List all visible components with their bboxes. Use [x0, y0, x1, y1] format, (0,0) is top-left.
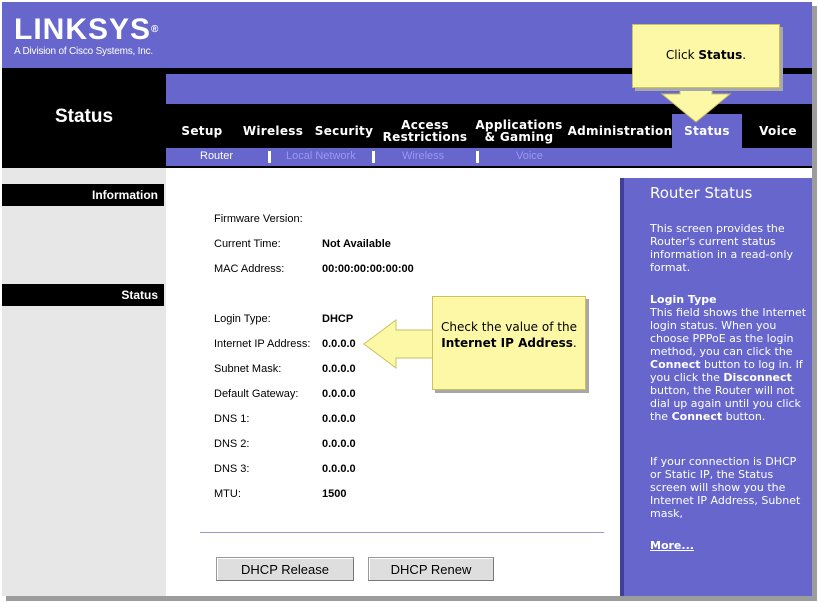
- login-type-label: Login Type:: [214, 313, 271, 325]
- dhcp-renew-button[interactable]: DHCP Renew: [368, 557, 494, 581]
- dns3-row: DNS 3: 0.0.0.0: [214, 463, 356, 475]
- subnet-mask-value: 0.0.0.0: [322, 363, 356, 375]
- subtab-router[interactable]: Router: [200, 150, 233, 162]
- section-heading-information: Information: [2, 184, 164, 206]
- mac-address-row: MAC Address: 00:00:00:00:00:00: [214, 263, 414, 275]
- callout-emphasis: Internet IP Address: [441, 336, 573, 350]
- help-panel: Router Status This screen provides the R…: [620, 178, 812, 596]
- subtab-separator: [476, 151, 479, 163]
- mac-address-value: 00:00:00:00:00:00: [322, 263, 414, 275]
- mac-address-label: MAC Address:: [214, 263, 285, 275]
- default-gateway-label: Default Gateway:: [214, 388, 299, 400]
- dns3-label: DNS 3:: [214, 463, 250, 475]
- firmware-version-row: Firmware Version:: [214, 213, 322, 225]
- default-gateway-row: Default Gateway: 0.0.0.0: [214, 388, 356, 400]
- callout-text: .: [742, 48, 747, 62]
- left-arrow-icon: [363, 319, 435, 369]
- internet-ip-value: 0.0.0.0: [322, 338, 356, 350]
- brand-name: LINKSYS: [14, 13, 152, 46]
- subtab-local-network[interactable]: Local Network: [286, 150, 356, 162]
- callout-emphasis: Status: [698, 48, 743, 62]
- registered-mark: ®: [151, 24, 160, 35]
- subnet-mask-row: Subnet Mask: 0.0.0.0: [214, 363, 356, 375]
- help-connect-term: Connect: [671, 410, 723, 423]
- tooltip-check-ip: Check the value of the Internet IP Addre…: [432, 296, 586, 390]
- down-arrow-icon: [660, 85, 732, 123]
- brand-tagline: A Division of Cisco Systems, Inc.: [14, 46, 154, 57]
- help-login-text: button.: [722, 410, 766, 423]
- help-connect-term: Connect: [650, 358, 701, 371]
- dns3-value: 0.0.0.0: [322, 463, 356, 475]
- more-link[interactable]: More...: [650, 539, 694, 552]
- subtab-separator: [268, 151, 271, 163]
- callout-text: Click: [665, 48, 699, 62]
- tab-security[interactable]: Security: [312, 114, 376, 148]
- login-type-row: Login Type: DHCP: [214, 313, 353, 325]
- dns1-value: 0.0.0.0: [322, 413, 356, 425]
- tab-applications-gaming[interactable]: Applications & Gaming: [474, 114, 564, 148]
- internet-ip-row: Internet IP Address: 0.0.0.0: [214, 338, 356, 350]
- tab-setup[interactable]: Setup: [170, 114, 234, 148]
- internet-ip-label: Internet IP Address:: [214, 338, 311, 350]
- firmware-version-label: Firmware Version:: [214, 213, 303, 225]
- help-login-heading: Login Type: [650, 293, 717, 306]
- tooltip-click-status: Click Status.: [632, 24, 780, 88]
- mtu-label: MTU:: [214, 488, 241, 500]
- dhcp-release-button[interactable]: DHCP Release: [216, 557, 354, 581]
- dns2-label: DNS 2:: [214, 438, 250, 450]
- current-time-row: Current Time: Not Available: [214, 238, 391, 250]
- linksys-logo: LINKSYS® A Division of Cisco Systems, In…: [14, 13, 160, 58]
- subnet-mask-label: Subnet Mask:: [214, 363, 282, 375]
- subtab-voice[interactable]: Voice: [516, 150, 543, 162]
- divider: [200, 532, 604, 533]
- tab-voice[interactable]: Voice: [744, 114, 812, 148]
- help-intro: This screen provides the Router's curren…: [650, 222, 793, 274]
- callout-text: .: [572, 336, 577, 350]
- help-dhcp-text: If your connection is DHCP or Static IP,…: [650, 455, 801, 520]
- help-login-text: This field shows the Internet login stat…: [650, 306, 807, 358]
- current-time-value: Not Available: [322, 238, 391, 250]
- router-admin-window: LINKSYS® A Division of Cisco Systems, In…: [2, 2, 812, 596]
- dns1-row: DNS 1: 0.0.0.0: [214, 413, 356, 425]
- section-heading-status: Status: [2, 284, 164, 306]
- help-login-section: Login Type This field shows the Internet…: [650, 293, 810, 423]
- mtu-row: MTU: 1500: [214, 488, 346, 500]
- default-gateway-value: 0.0.0.0: [322, 388, 356, 400]
- subtab-wireless[interactable]: Wireless: [402, 150, 444, 162]
- dns2-row: DNS 2: 0.0.0.0: [214, 438, 356, 450]
- tab-wireless[interactable]: Wireless: [240, 114, 306, 148]
- dns1-label: DNS 1:: [214, 413, 250, 425]
- login-type-value: DHCP: [322, 313, 354, 325]
- tab-administration[interactable]: Administration: [568, 114, 673, 148]
- callout-text: Check the value of the: [441, 320, 577, 334]
- subtab-separator: [372, 151, 375, 163]
- help-title: Router Status: [650, 184, 753, 202]
- sub-tabs: Router Local Network Wireless Voice: [166, 148, 812, 166]
- mtu-value: 1500: [322, 488, 347, 500]
- current-time-label: Current Time:: [214, 238, 281, 250]
- dns2-value: 0.0.0.0: [322, 438, 356, 450]
- tab-access-restrictions[interactable]: Access Restrictions: [382, 114, 468, 148]
- left-sidebar: Information Status: [2, 168, 166, 596]
- page-title: Status: [54, 106, 114, 127]
- help-disconnect-term: Disconnect: [723, 371, 792, 384]
